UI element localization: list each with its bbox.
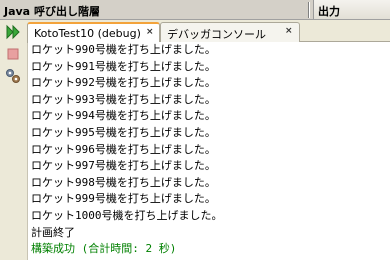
console-lines: ロケット990号機を打ち上げました。 ロケット991号機を打ち上げました。 ロケ…: [28, 42, 390, 258]
console-line: ロケット996号機を打ち上げました。: [31, 142, 216, 156]
debug-settings-icon[interactable]: [5, 68, 21, 84]
console-line: ロケット992号機を打ち上げました。: [31, 76, 216, 90]
console-line: ロケット999号機を打ち上げました。: [31, 192, 216, 206]
tab-label: デバッガコンソール: [167, 28, 266, 41]
console-line: ロケット991号機を打ち上げました。: [31, 59, 216, 73]
console-line: 計画終了: [31, 225, 75, 239]
close-icon[interactable]: ×: [146, 27, 154, 37]
console-line: ロケット990号機を打ち上げました。: [31, 43, 216, 56]
build-success-line: 構築成功 (合計時間: 2 秒): [31, 242, 177, 256]
tab-label: KotoTest10 (debug): [34, 27, 141, 40]
output-tab-strip: KotoTest10 (debug) × デバッガコンソール ×: [27, 20, 390, 43]
stop-icon[interactable]: [5, 46, 21, 62]
console-line: ロケット997号機を打ち上げました。: [31, 159, 216, 173]
panel-divider-highlight: [309, 2, 310, 18]
console-line: ロケット994号機を打ち上げました。: [31, 109, 216, 123]
console-line: ロケット995号機を打ち上げました。: [31, 125, 216, 139]
console-line: ロケット1000号機を打ち上げました。: [31, 208, 223, 222]
console-line: ロケット993号機を打ち上げました。: [31, 92, 216, 106]
output-panel-header[interactable]: 出力: [313, 0, 390, 19]
output-title: 出力: [318, 5, 340, 18]
console-output[interactable]: ロケット990号機を打ち上げました。 ロケット991号機を打ち上げました。 ロケ…: [28, 42, 390, 260]
console-line: ロケット998号機を打ち上げました。: [31, 175, 216, 189]
output-toolbar: [0, 20, 28, 260]
tab-kototest10-debug[interactable]: KotoTest10 (debug) ×: [27, 22, 160, 43]
run-icon[interactable]: [5, 24, 21, 40]
tab-debugger-console[interactable]: デバッガコンソール ×: [160, 22, 300, 42]
top-panel-bar: Java 呼び出し階層 出力: [0, 0, 390, 20]
close-icon[interactable]: ×: [285, 26, 293, 36]
call-hierarchy-title[interactable]: Java 呼び出し階層: [4, 3, 100, 19]
